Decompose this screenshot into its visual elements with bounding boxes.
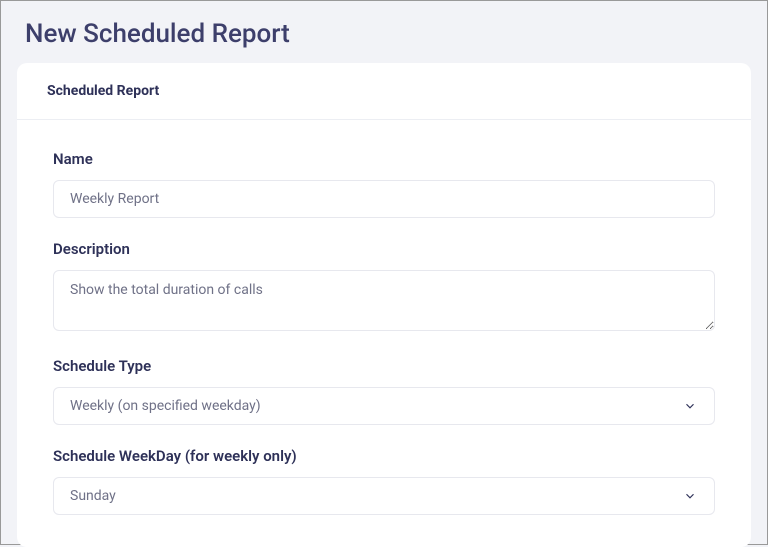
- schedule-type-select-wrapper: Weekly (on specified weekday): [53, 387, 715, 425]
- schedule-type-select[interactable]: Weekly (on specified weekday): [53, 387, 715, 425]
- card-body: Name Description Show the total duration…: [17, 120, 751, 547]
- description-textarea[interactable]: Show the total duration of calls: [53, 270, 715, 331]
- schedule-weekday-select-wrapper: Sunday: [53, 477, 715, 515]
- name-field-group: Name: [53, 150, 715, 218]
- name-label: Name: [53, 150, 715, 168]
- schedule-type-label: Schedule Type: [53, 357, 715, 375]
- schedule-weekday-select[interactable]: Sunday: [53, 477, 715, 515]
- name-input[interactable]: [53, 180, 715, 218]
- schedule-weekday-label: Schedule WeekDay (for weekly only): [53, 447, 715, 465]
- schedule-type-field-group: Schedule Type Weekly (on specified weekd…: [53, 357, 715, 425]
- card-header: Scheduled Report: [17, 63, 751, 120]
- page-title: New Scheduled Report: [1, 1, 767, 63]
- description-label: Description: [53, 240, 715, 258]
- schedule-weekday-field-group: Schedule WeekDay (for weekly only) Sunda…: [53, 447, 715, 515]
- card-header-title: Scheduled Report: [47, 83, 721, 99]
- scheduled-report-card: Scheduled Report Name Description Show t…: [17, 63, 751, 547]
- description-field-group: Description Show the total duration of c…: [53, 240, 715, 335]
